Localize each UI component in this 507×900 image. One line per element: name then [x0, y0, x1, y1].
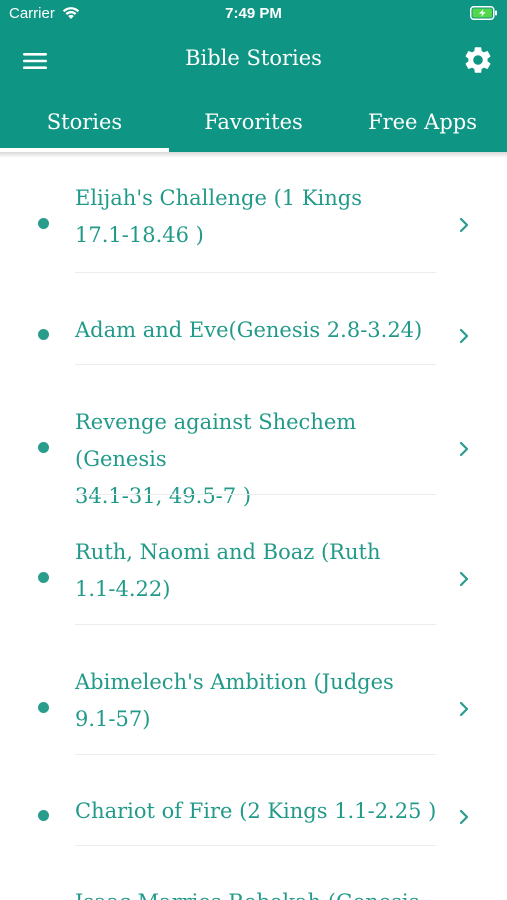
story-title-line: 17.1-18.46 )	[75, 223, 204, 247]
story-title-line: Chariot of Fire (2 Kings 1.1-2.25 )	[75, 799, 437, 823]
list-item[interactable]: Isaac Marries Rebekah (Genesis	[0, 884, 507, 900]
settings-button[interactable]	[462, 44, 494, 76]
list-item[interactable]: Adam and Eve(Genesis 2.8-3.24)	[0, 312, 507, 364]
story-title-line: Adam and Eve(Genesis 2.8-3.24)	[75, 318, 423, 342]
story-title-line: Abimelech's Ambition (Judges	[75, 670, 394, 694]
story-title-line: 34.1-31, 49.5-7 )	[75, 484, 252, 508]
bullet-dot-icon	[38, 572, 49, 583]
story-title-line: 1.1-4.22)	[75, 577, 171, 601]
list-item[interactable]: Elijah's Challenge (1 Kings 17.1-18.46 )	[0, 180, 507, 273]
story-title: Isaac Marries Rebekah (Genesis	[75, 884, 445, 900]
story-title-line: Revenge against Shechem (Genesis	[75, 410, 357, 471]
bullet-dot-icon	[38, 810, 49, 821]
chevron-right-icon	[459, 701, 469, 717]
tab-favorites[interactable]: Favorites	[169, 92, 338, 152]
chevron-right-icon	[459, 441, 469, 457]
chevron-right-icon	[459, 571, 469, 587]
story-title-line: Elijah's Challenge (1 Kings	[75, 186, 362, 210]
row-divider	[75, 364, 436, 365]
story-title: Ruth, Naomi and Boaz (Ruth 1.1-4.22)	[75, 534, 445, 608]
story-title-line: 9.1-57)	[75, 707, 151, 731]
bullet-dot-icon	[38, 218, 49, 229]
row-divider	[75, 754, 436, 755]
chevron-right-icon	[459, 809, 469, 825]
tab-stories[interactable]: Stories	[0, 92, 169, 152]
status-bar: Carrier 7:49 PM	[0, 0, 507, 28]
chevron-right-icon	[459, 328, 469, 344]
list-item[interactable]: Chariot of Fire (2 Kings 1.1-2.25 )	[0, 793, 507, 845]
gear-icon	[465, 47, 491, 73]
battery-charging-icon	[470, 6, 497, 20]
row-divider	[75, 272, 436, 273]
chevron-right-icon	[459, 217, 469, 233]
list-item[interactable]: Revenge against Shechem (Genesis 34.1-31…	[0, 404, 507, 508]
story-title: Abimelech's Ambition (Judges 9.1-57)	[75, 664, 445, 738]
bullet-dot-icon	[38, 702, 49, 713]
story-title-line: Isaac Marries Rebekah (Genesis	[75, 884, 445, 900]
row-divider	[75, 494, 436, 495]
row-divider	[75, 624, 436, 625]
bullet-dot-icon	[38, 329, 49, 340]
row-divider	[75, 845, 436, 846]
story-title-line: Ruth, Naomi and Boaz (Ruth	[75, 540, 381, 564]
story-title: Chariot of Fire (2 Kings 1.1-2.25 )	[75, 793, 445, 830]
story-title: Revenge against Shechem (Genesis 34.1-31…	[75, 404, 445, 515]
navigation-bar: Bible Stories	[0, 28, 507, 92]
story-title: Adam and Eve(Genesis 2.8-3.24)	[75, 312, 445, 349]
story-list[interactable]: Elijah's Challenge (1 Kings 17.1-18.46 )…	[0, 152, 507, 900]
tab-free-apps[interactable]: Free Apps	[338, 92, 507, 152]
bullet-dot-icon	[38, 442, 49, 453]
list-item[interactable]: Ruth, Naomi and Boaz (Ruth 1.1-4.22)	[0, 534, 507, 627]
story-title: Elijah's Challenge (1 Kings 17.1-18.46 )	[75, 180, 445, 254]
app-header: Carrier 7:49 PM Bible Stories Stories Fa…	[0, 0, 507, 152]
tab-bar: Stories Favorites Free Apps	[0, 92, 507, 152]
status-time: 7:49 PM	[225, 5, 282, 22]
page-title: Bible Stories	[185, 46, 322, 70]
list-item[interactable]: Abimelech's Ambition (Judges 9.1-57)	[0, 664, 507, 757]
